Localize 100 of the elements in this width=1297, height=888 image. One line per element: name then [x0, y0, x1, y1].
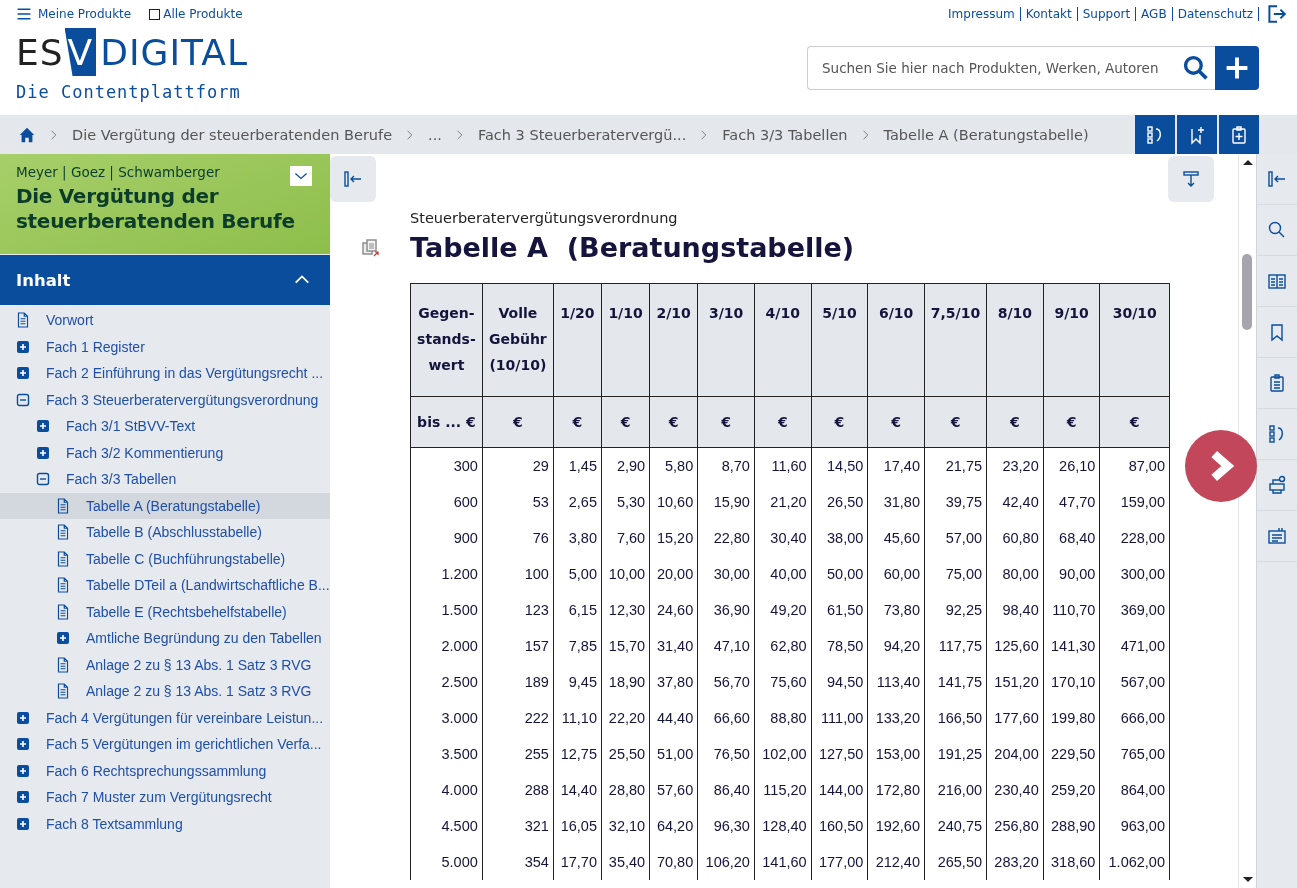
table-cell: 192,60 — [867, 808, 925, 844]
table-cell: 18,90 — [601, 664, 650, 700]
tree-item[interactable]: Fach 5 Vergütungen im gerichtlichen Verfa... — [0, 731, 330, 758]
products-menu[interactable]: Meine Produkte — [16, 6, 132, 22]
table-cell: 240,75 — [924, 808, 987, 844]
add-bookmark-button[interactable] — [1177, 115, 1217, 154]
tree-item[interactable]: Tabelle C (Buchführungstabelle) — [0, 545, 330, 572]
tree-item[interactable]: Fach 4 Vergütungen für vereinbare Leistun... — [0, 704, 330, 731]
tree-item[interactable]: Tabelle DTeil a (Landwirtschaftliche B... — [0, 572, 330, 599]
footer-link[interactable]: Kontakt — [1020, 7, 1078, 21]
expand-icon — [16, 366, 30, 381]
table-cell: 354 — [482, 844, 554, 880]
footer-link[interactable]: Impressum — [943, 7, 1021, 21]
breadcrumb-link[interactable]: Die Vergütung der steuerberatenden Berufe — [72, 126, 393, 143]
download-icon — [1181, 169, 1201, 189]
document-icon — [56, 524, 70, 541]
table-cell: 9,45 — [553, 664, 602, 700]
table-cell: 29 — [482, 447, 554, 484]
column-header: 5/10 — [811, 283, 868, 397]
column-header: 1/20 — [553, 283, 602, 397]
table-cell: 15,90 — [697, 484, 755, 520]
add-button[interactable] — [1215, 46, 1259, 90]
breadcrumb-link[interactable]: Fach 3 Steuerberatervergü... — [477, 126, 687, 143]
table-cell: 56,70 — [697, 664, 755, 700]
collapse-left-icon — [343, 169, 363, 189]
table-cell: 321 — [482, 808, 554, 844]
table-cell: 110,70 — [1043, 592, 1100, 628]
expand-icon — [16, 710, 30, 725]
table-cell: 21,20 — [754, 484, 812, 520]
breadcrumb-link[interactable]: Tabelle A (Beratungstabelle) — [883, 126, 1089, 143]
tree-item[interactable]: Anlage 2 zu § 13 Abs. 1 Satz 3 RVG — [0, 678, 330, 705]
breadcrumb-link[interactable]: Fach 3/3 Tabellen — [722, 126, 848, 143]
table-cell: 6,15 — [553, 592, 602, 628]
table-cell: 53 — [482, 484, 554, 520]
table-cell: 3.500 — [410, 736, 483, 772]
column-header: 9/10 — [1043, 283, 1100, 397]
book-dropdown[interactable] — [290, 166, 312, 186]
table-cell: 2,90 — [601, 447, 650, 484]
table-cell: 90,00 — [1043, 556, 1100, 592]
search-field[interactable]: Suchen Sie hier nach Produkten, Werken, Autoren — [807, 46, 1177, 90]
table-cell: 23,20 — [986, 447, 1044, 484]
tree-item[interactable]: Fach 3/2 Kommentierung — [0, 439, 330, 466]
footer-link[interactable]: Datenschutz — [1172, 7, 1259, 21]
table-cell: 75,00 — [924, 556, 987, 592]
column-header: Gegen- stands- wert — [410, 283, 483, 397]
table-cell: 100 — [482, 556, 554, 592]
collapse-icon — [36, 472, 50, 487]
unit-header: € — [1043, 396, 1100, 448]
scroll-down-button[interactable] — [1168, 156, 1214, 202]
search-button[interactable] — [1177, 46, 1215, 90]
tree-item[interactable]: Fach 3 Steuerberatervergütungsverordnung — [0, 386, 330, 413]
table-cell: 78,50 — [811, 628, 868, 664]
table-cell: 20,00 — [649, 556, 698, 592]
breadcrumb-link[interactable]: ... — [428, 126, 442, 143]
table-cell: 133,20 — [867, 700, 925, 736]
table-cell: 7,60 — [601, 520, 650, 556]
document-icon — [16, 312, 30, 329]
footer-link[interactable]: AGB — [1136, 7, 1173, 21]
table-cell: 86,40 — [697, 772, 755, 808]
tree-item[interactable]: Fach 2 Einführung in das Vergütungsrecht ... — [0, 360, 330, 387]
tree-item[interactable]: Fach 7 Muster zum Vergütungsrecht — [0, 784, 330, 811]
collapse-sidebar-button[interactable] — [330, 156, 376, 202]
table-cell: 1.200 — [410, 556, 483, 592]
expand-icon — [56, 631, 70, 646]
table-cell: 1.500 — [410, 592, 483, 628]
table-cell: 44,40 — [649, 700, 698, 736]
toc-header[interactable]: Inhalt — [0, 255, 330, 305]
tree-item[interactable]: Fach 6 Rechtsprechungssammlung — [0, 757, 330, 784]
unit-header: bis ... € — [410, 396, 483, 448]
table-cell: 204,00 — [986, 736, 1044, 772]
printer-icon — [1267, 475, 1287, 495]
table-cell: 37,80 — [649, 664, 698, 700]
tree-item[interactable]: Tabelle E (Rechtsbehelfstabelle) — [0, 598, 330, 625]
tree-item[interactable]: Amtliche Begründung zu den Tabellen — [0, 625, 330, 652]
column-header: 2/10 — [649, 283, 698, 397]
table-cell: 40,00 — [754, 556, 812, 592]
tree-item[interactable]: Fach 3/1 StBVV-Text — [0, 413, 330, 440]
add-note-button[interactable] — [1219, 115, 1259, 154]
toc-sync-button[interactable] — [1135, 115, 1175, 154]
table-cell: 3.000 — [410, 700, 483, 736]
table-cell: 2,65 — [553, 484, 602, 520]
all-products-checkbox[interactable]: Alle Produkte — [149, 7, 243, 21]
table-cell: 10,00 — [601, 556, 650, 592]
tree-item[interactable]: Fach 3/3 Tabellen — [0, 466, 330, 493]
document-icon — [56, 497, 70, 514]
table-cell: 265,50 — [924, 844, 987, 880]
tree-item[interactable]: Tabelle A (Beratungstabelle) — [0, 492, 330, 519]
tree-item[interactable]: Anlage 2 zu § 13 Abs. 1 Satz 3 RVG — [0, 651, 330, 678]
scrollbar-thumb[interactable] — [1242, 254, 1252, 330]
tree-item[interactable]: Vorwort — [0, 307, 330, 334]
document-overline: Steuerberatervergütungsverordnung — [410, 210, 679, 226]
tree-item[interactable]: Fach 1 Register — [0, 333, 330, 360]
table-cell: 76 — [482, 520, 554, 556]
footer-link[interactable]: Support — [1077, 7, 1137, 21]
tree-item[interactable]: Fach 8 Textsammlung — [0, 810, 330, 837]
table-cell: 28,80 — [601, 772, 650, 808]
table-cell: 160,50 — [811, 808, 868, 844]
table-cell: 17,70 — [553, 844, 602, 880]
table-cell: 5,80 — [649, 447, 698, 484]
tree-item[interactable]: Tabelle B (Abschlusstabelle) — [0, 519, 330, 546]
